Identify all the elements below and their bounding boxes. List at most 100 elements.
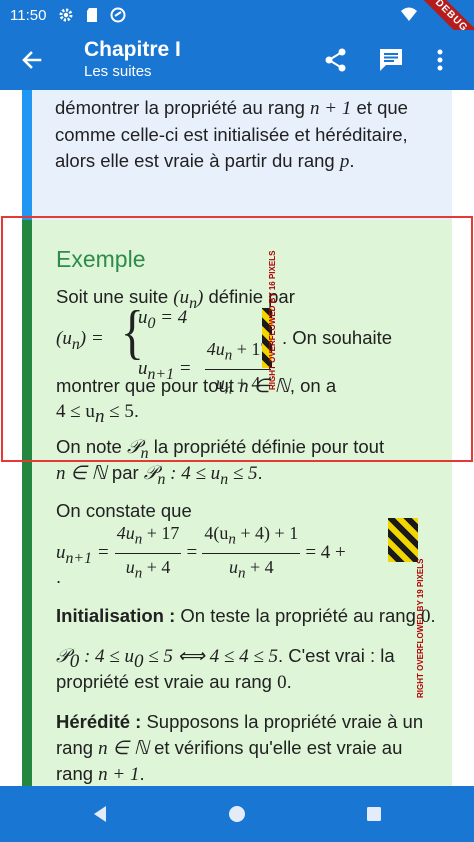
more-vert-icon[interactable] <box>436 46 464 74</box>
definition-case-1: u0 = 4 <box>138 304 187 337</box>
math: 4(u <box>204 523 229 543</box>
math: u <box>138 307 148 328</box>
example-line-3: montrer que pour tout n ∈ ℕ, on a <box>56 373 336 400</box>
status-right-icons <box>400 6 418 26</box>
math: = <box>92 541 110 563</box>
example-line-10: rang n ∈ ℕ et vérifions qu'elle est vrai… <box>56 735 402 762</box>
gear-icon <box>58 7 74 23</box>
math: + 4 <box>245 556 274 577</box>
initialisation-line: Initialisation : On teste la propriété a… <box>56 603 436 630</box>
math: u <box>125 556 135 577</box>
math: ≤ 5 <box>104 401 134 422</box>
property-line1-a: démontrer la propriété au rang <box>55 97 305 118</box>
text: . <box>139 763 145 784</box>
math: ≤ 5 <box>228 463 258 484</box>
equation-fraction-1: 4un + 17 un + 4 <box>114 520 182 586</box>
heredite-label: Hérédité : <box>56 711 142 732</box>
math: (u <box>56 328 72 349</box>
math: n ∈ ℕ <box>56 463 107 484</box>
app-bar-titles: Chapitre I Les suites <box>84 38 181 80</box>
property-line3-math: p <box>339 151 350 172</box>
equation: un+1 = 4un + 17 un + 4 = 4(un + 4) + 1 u… <box>56 520 346 586</box>
arrow-back-icon[interactable] <box>18 46 46 74</box>
content-scroll[interactable]: démontrer la propriété au rang n + 1 et … <box>0 90 474 786</box>
text: . <box>430 605 436 626</box>
math-sub: n <box>228 531 236 548</box>
property-line3-b: . <box>349 150 355 171</box>
example-line-6: n ∈ ℕ par 𝒫n : 4 ≤ un ≤ 5. <box>56 460 263 493</box>
math: + 17 <box>142 523 180 543</box>
page-subtitle: Les suites <box>84 63 152 80</box>
wifi-icon <box>400 6 418 26</box>
math-sub: n <box>94 405 105 427</box>
definition-after: . On souhaite <box>282 327 393 348</box>
property-line3-a: alors elle est vraie à partir du rang <box>55 150 335 171</box>
math: 0 <box>421 606 431 627</box>
math: = <box>186 541 198 563</box>
math: = 4 <box>155 307 188 328</box>
system-nav-bar <box>0 786 474 842</box>
math: ≤ 5 ⟺ 4 ≤ 4 ≤ 5 <box>143 646 278 667</box>
property-line1-b: et que <box>356 97 408 118</box>
sd-card-icon <box>84 7 100 23</box>
page-title: Chapitre I <box>84 38 181 61</box>
recents-square-icon[interactable] <box>360 800 388 828</box>
example-title: Exemple <box>56 246 146 272</box>
do-not-disturb-icon <box>110 7 126 23</box>
app-bar: Chapitre I Les suites <box>0 30 474 90</box>
text: . C'est vrai : la <box>278 645 395 666</box>
math: + 4 <box>142 556 171 577</box>
math: ) = <box>79 328 104 349</box>
math-sub: n <box>71 335 80 353</box>
math: + 4) + 1 <box>235 523 299 543</box>
math: 𝒫 <box>126 437 141 458</box>
home-circle-icon[interactable] <box>223 800 251 828</box>
text: , on a <box>289 375 337 396</box>
comment-icon[interactable] <box>377 46 405 74</box>
example-block: Exemple Soit une suite (un) définie par … <box>22 220 452 786</box>
example-line-4: 4 ≤ un ≤ 5. <box>56 398 139 430</box>
math: = 4 + <box>305 541 346 563</box>
text: et vérifions qu'elle est vraie au <box>154 737 403 758</box>
share-icon[interactable] <box>322 46 350 74</box>
math: 4u <box>116 523 135 543</box>
example-line-9: propriété est vraie au rang 0. <box>56 669 292 696</box>
math: n ∈ ℕ <box>239 376 290 397</box>
example-accent-bar <box>22 220 32 786</box>
text: rang <box>56 737 94 758</box>
heredite-line: Hérédité : Supposons la propriété vraie … <box>56 709 423 735</box>
text: définie par <box>208 286 295 307</box>
math: 4 ≤ u <box>56 401 95 422</box>
text: Supposons la propriété vraie à un <box>141 711 424 732</box>
back-triangle-icon[interactable] <box>86 800 114 828</box>
math: : 4 ≤ u <box>79 646 134 667</box>
text: On teste la propriété au rang <box>175 605 416 626</box>
math-sub: n+1 <box>65 549 93 567</box>
property-line2: comme celle-ci est initialisée et hérédi… <box>55 124 408 145</box>
text: . <box>257 462 263 483</box>
math: 4u <box>206 339 225 359</box>
math: 𝒫 <box>56 646 70 667</box>
initialisation-label: Initialisation : <box>56 605 176 626</box>
math: ) <box>197 287 204 308</box>
text: . <box>133 400 140 421</box>
text: . <box>286 671 292 692</box>
text: propriété est vraie au rang <box>56 671 272 692</box>
math: n ∈ ℕ <box>98 738 149 759</box>
math: n + 1 <box>98 764 140 785</box>
equation-dot: . <box>56 566 62 587</box>
text: On note <box>56 436 122 457</box>
status-time: 11:50 <box>10 6 47 24</box>
text: rang <box>56 763 94 784</box>
math: u <box>56 541 66 563</box>
math-sub: n <box>220 470 229 488</box>
text: par <box>111 462 139 483</box>
math: 𝒫 <box>143 463 158 484</box>
property-line1-math: n + 1 <box>310 98 352 119</box>
math: u <box>228 556 238 577</box>
text: montrer que pour tout <box>56 375 234 396</box>
math: : 4 ≤ u <box>165 463 221 484</box>
status-bar: 11:50 DEBUG <box>0 0 474 54</box>
math: 0 <box>277 672 287 693</box>
equation-fraction-2: 4(un + 4) + 1 un + 4 <box>202 520 301 586</box>
